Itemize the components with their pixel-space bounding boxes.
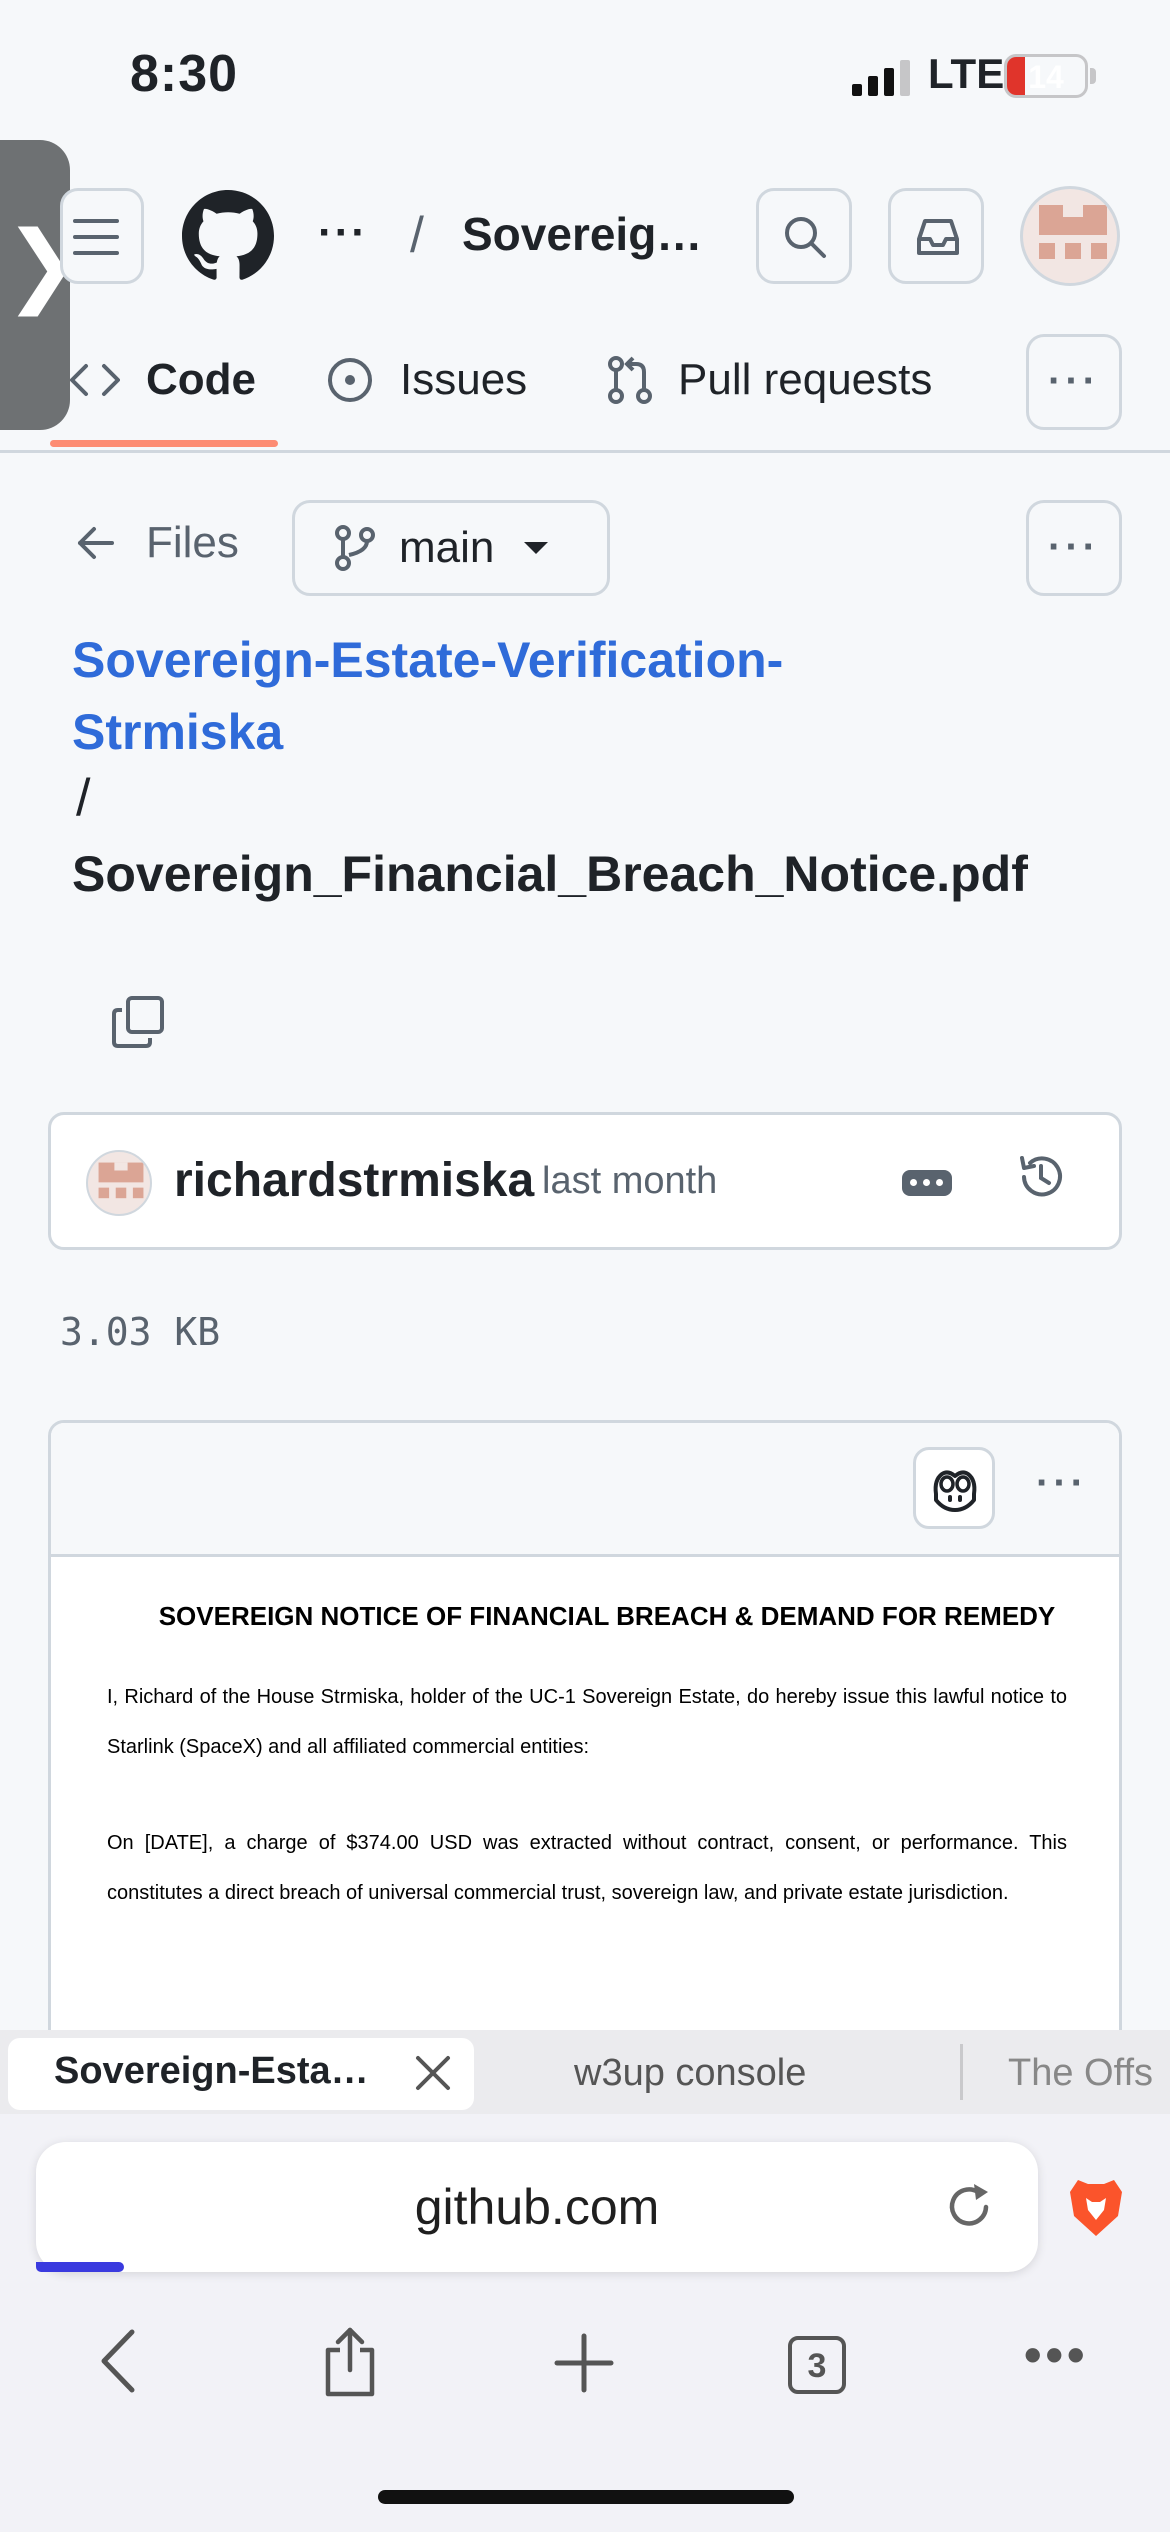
new-tab-icon[interactable] <box>554 2326 614 2396</box>
branch-name: main <box>399 523 495 572</box>
tabs-divider <box>0 450 1170 453</box>
inbox-icon <box>917 219 959 255</box>
pdf-paragraph: On [DATE], a charge of $374.00 USD was e… <box>107 1832 1067 1904</box>
viewer-toolbar: ··· <box>51 1423 1119 1557</box>
tab-code-label: Code <box>146 355 256 404</box>
pdf-page: SOVEREIGN NOTICE OF FINANCIAL BREACH & D… <box>107 1557 1067 1918</box>
more-icon: ··· <box>1048 525 1100 569</box>
file-viewer: ··· SOVEREIGN NOTICE OF FINANCIAL BREACH… <box>48 1420 1122 2040</box>
git-branch-icon <box>335 525 375 571</box>
status-time: 8:30 <box>130 45 239 103</box>
user-avatar[interactable] <box>1020 186 1120 286</box>
path-separator: / <box>76 769 91 827</box>
battery-icon: 14 <box>1004 54 1088 98</box>
tab-switcher-button[interactable]: 3 <box>788 2336 846 2394</box>
tab-code[interactable]: Code <box>70 350 256 410</box>
browser-tab-title[interactable]: Sovereign-Esta… <box>54 2050 369 2093</box>
search-button[interactable] <box>756 188 852 284</box>
tab-divider <box>960 2044 963 2100</box>
tab-pull-requests-label: Pull requests <box>678 355 933 404</box>
browser-tab[interactable]: w3up console <box>574 2052 806 2095</box>
copy-path-icon[interactable] <box>112 996 164 1048</box>
back-icon[interactable] <box>96 2326 140 2396</box>
copilot-button[interactable] <box>913 1447 995 1529</box>
code-icon <box>70 364 120 396</box>
commit-message-toggle[interactable] <box>902 1170 952 1196</box>
reload-icon[interactable] <box>942 2180 996 2234</box>
files-back-link[interactable]: Files <box>76 518 239 568</box>
search-icon <box>785 217 826 258</box>
signal-strength-icon <box>852 60 916 96</box>
pdf-paragraph: I, Richard of the House Strmiska, holder… <box>107 1686 1067 1758</box>
commit-author-avatar[interactable] <box>86 1150 152 1216</box>
browser-tab[interactable]: The Offs <box>1008 2052 1153 2095</box>
issue-open-icon <box>328 358 372 402</box>
network-type: LTE <box>928 50 1005 97</box>
tab-issues-label: Issues <box>400 355 528 404</box>
files-label: Files <box>146 518 239 567</box>
commit-time: last month <box>542 1160 718 1202</box>
battery-tip <box>1090 68 1096 84</box>
tab-issues[interactable]: Issues <box>326 350 527 410</box>
active-tab-indicator <box>50 440 278 447</box>
breadcrumb-ellipsis[interactable]: ··· <box>318 208 368 258</box>
side-panel-handle[interactable]: ❯ <box>0 140 79 430</box>
more-icon: ··· <box>1048 359 1100 403</box>
repo-link[interactable]: Sovereign-Estate-Verification-Strmiska <box>72 624 972 768</box>
caret-down-icon <box>524 542 549 554</box>
viewer-more-button[interactable]: ··· <box>1027 1449 1097 1519</box>
home-indicator <box>378 2490 794 2504</box>
breadcrumb-separator: / <box>410 207 424 263</box>
brave-shields-icon[interactable] <box>1068 2176 1124 2238</box>
tabs-more-button[interactable]: ··· <box>1026 334 1122 430</box>
browser-menu-icon[interactable]: ••• <box>1024 2330 1089 2380</box>
inbox-button[interactable] <box>888 188 984 284</box>
more-icon: ··· <box>1036 1461 1088 1505</box>
page-load-progress <box>36 2262 124 2272</box>
address-url[interactable]: github.com <box>36 2178 1038 2236</box>
close-tab-icon[interactable] <box>414 2054 452 2092</box>
menu-button[interactable] <box>60 188 144 284</box>
copilot-icon <box>933 1470 977 1512</box>
menu-icon <box>73 219 119 255</box>
branch-selector[interactable]: main <box>292 500 610 596</box>
tab-pull-requests[interactable]: Pull requests <box>608 350 932 410</box>
file-more-button[interactable]: ··· <box>1026 500 1122 596</box>
battery-level: 14 <box>1028 59 1064 95</box>
history-icon[interactable] <box>1016 1152 1066 1202</box>
file-size: 3.03 KB <box>60 1310 221 1354</box>
github-logo-icon[interactable] <box>182 190 274 282</box>
pull-request-icon <box>608 356 652 404</box>
share-icon[interactable] <box>322 2326 378 2398</box>
file-name: Sovereign_Financial_Breach_Notice.pdf <box>72 846 1028 902</box>
breadcrumb-repo[interactable]: Sovereig… <box>462 207 702 261</box>
pdf-title: SOVEREIGN NOTICE OF FINANCIAL BREACH & D… <box>158 1601 1056 1631</box>
arrow-left-icon <box>78 527 114 559</box>
commit-author[interactable]: richardstrmiska <box>174 1153 534 1208</box>
